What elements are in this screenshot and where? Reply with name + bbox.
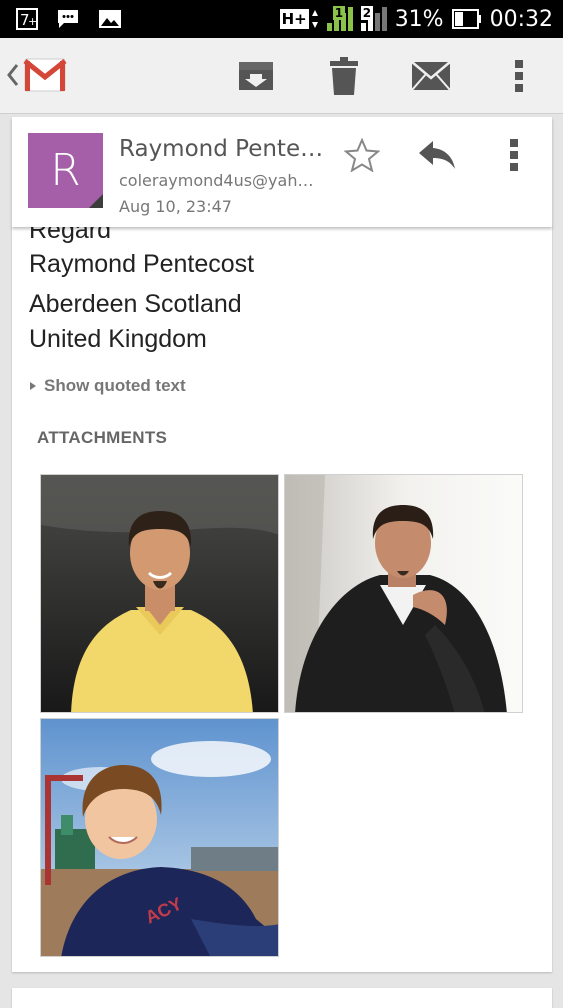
show-quoted-text-label: Show quoted text [44, 376, 186, 395]
clock: 00:32 [489, 6, 553, 32]
sim2-label: 2 [360, 6, 374, 20]
message-more-button[interactable] [494, 135, 534, 175]
sim1-signal-icon: 1 [326, 6, 353, 31]
sim1-label: 1 [332, 6, 346, 20]
reply-button[interactable] [417, 135, 457, 175]
envelope-icon [411, 61, 451, 91]
sender-name: Raymond Pente… [119, 136, 324, 162]
action-bar [0, 38, 563, 114]
phone-app-notification-icon: 7 + [16, 8, 38, 30]
battery-percent: 31% [394, 6, 444, 32]
overflow-menu-button[interactable] [497, 54, 541, 98]
sender-avatar[interactable]: R [28, 133, 103, 208]
archive-icon [239, 62, 273, 90]
attachments-heading: ATTACHMENTS [37, 428, 168, 447]
gallery-notification-icon [99, 10, 121, 28]
body-line: Raymond Pentecost [29, 250, 255, 278]
message-date: Aug 10, 23:47 [119, 197, 232, 216]
gmail-icon[interactable] [22, 52, 68, 98]
body-line: Aberdeen Scotland [29, 290, 242, 318]
message-body: Regard Raymond Pentecost Aberdeen Scotla… [12, 226, 552, 972]
trash-icon [330, 57, 358, 95]
messenger-notification-icon [58, 10, 78, 28]
status-bar: 7 + H+ 1 2 31% 00:32 [0, 0, 563, 38]
attachment-thumbnail[interactable] [40, 474, 279, 713]
svg-text:+: + [28, 15, 37, 28]
man-yellow-shirt-photo [41, 475, 278, 712]
body-line: Regard [29, 226, 111, 244]
back-chevron-icon[interactable] [6, 62, 20, 88]
star-button[interactable] [342, 135, 382, 175]
message-header[interactable]: R Raymond Pente… coleraymond4us@yah… Aug… [12, 117, 552, 227]
star-icon [344, 138, 380, 172]
show-quoted-text-link[interactable]: Show quoted text [30, 376, 186, 396]
avatar-letter: R [50, 145, 81, 196]
more-vert-icon [510, 139, 518, 171]
boy-navy-sweater-photo: ACY [41, 719, 278, 956]
delete-button[interactable] [322, 54, 366, 98]
man-leather-jacket-photo [285, 475, 522, 712]
attachment-thumbnail[interactable] [284, 474, 523, 713]
battery-icon [451, 9, 481, 29]
sim2-signal-icon: 2 [360, 6, 387, 31]
next-message-card[interactable] [12, 988, 552, 1008]
sender-email: coleraymond4us@yah… [119, 171, 314, 190]
reply-icon [419, 141, 455, 169]
mark-unread-button[interactable] [409, 54, 453, 98]
attachment-thumbnail[interactable]: ACY [40, 718, 279, 957]
archive-button[interactable] [234, 54, 278, 98]
more-vert-icon [515, 60, 523, 92]
body-line: United Kingdom [29, 325, 207, 353]
network-type-label: H+ [279, 9, 309, 29]
avatar-fold-corner [89, 194, 103, 208]
expand-triangle-icon [30, 382, 36, 390]
network-type-icon: H+ [279, 8, 319, 30]
